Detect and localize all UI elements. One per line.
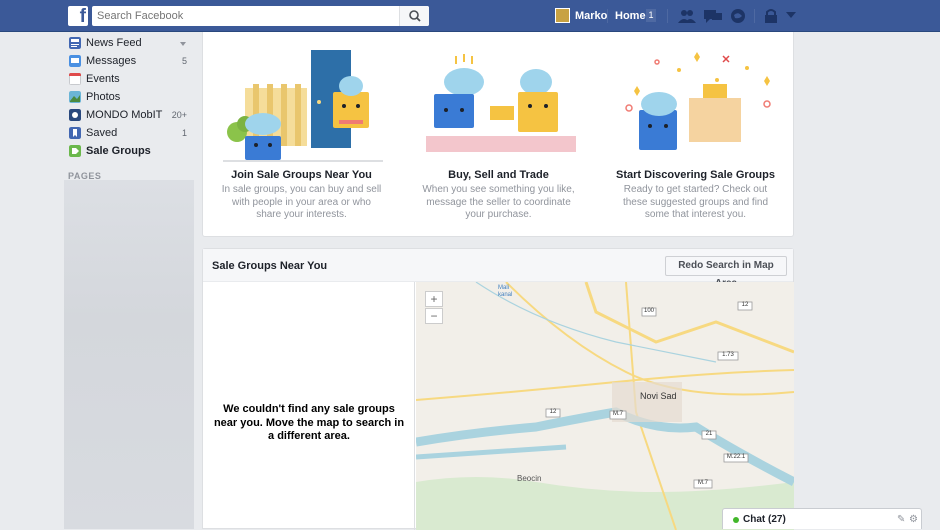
map-label-canal: Mali kanal	[498, 285, 513, 298]
divider	[667, 9, 668, 23]
buy-sell-trade-illustration	[426, 54, 576, 152]
sidebar-item-label: Saved	[86, 127, 118, 139]
account-menu-icon[interactable]	[786, 12, 796, 20]
gear-icon[interactable]: ⚙	[909, 514, 918, 525]
photos-icon	[69, 91, 81, 103]
road-badge: 100	[643, 308, 654, 314]
sidebar-item-saved[interactable]: Saved 1	[69, 124, 193, 142]
join-sale-groups-illustration	[223, 50, 383, 162]
sidebar-item-label: Sale Groups	[86, 145, 151, 157]
profile-name: Marko	[575, 10, 608, 22]
road-badge: M.7	[697, 480, 708, 486]
sidebar-item-label: Messages	[86, 55, 137, 67]
sale-groups-icon	[69, 145, 81, 157]
news-feed-icon	[69, 37, 81, 49]
map-zoom-in-button[interactable]: +	[425, 291, 443, 307]
intro-desc-join: In sale groups, you can buy and sell wit…	[221, 184, 382, 220]
events-icon	[69, 73, 81, 85]
messages-count: 5	[181, 56, 187, 66]
sidebar-item-events[interactable]: Events	[69, 70, 193, 88]
sidebar-item-mondo-mobit[interactable]: MONDO MobIT 20+	[69, 106, 193, 124]
friend-requests-icon[interactable]	[678, 8, 696, 24]
messages-icon[interactable]	[704, 8, 722, 24]
sidebar-item-label: Photos	[86, 91, 121, 103]
online-status-dot	[733, 517, 739, 523]
road-badge: M.7	[612, 411, 623, 417]
pages-list-blurred	[64, 180, 194, 529]
road-badge: 1.73	[722, 352, 734, 358]
map-label-city: Novi Sad	[640, 391, 677, 401]
facebook-logo-glyph: f	[79, 6, 86, 27]
intro-column-discover: Start Discovering Sale Groups Ready to g…	[597, 32, 794, 237]
road-badge: 12	[549, 409, 557, 415]
intro-title-buy-sell: Buy, Sell and Trade	[448, 169, 549, 181]
sidebar-item-news-feed[interactable]: News Feed	[69, 34, 193, 52]
intro-title-join: Join Sale Groups Near You	[231, 169, 372, 181]
search-box	[92, 6, 429, 26]
search-input[interactable]	[92, 6, 397, 26]
sidebar-item-messages[interactable]: Messages 5	[69, 52, 193, 70]
sidebar-item-label: MONDO MobIT	[86, 109, 163, 121]
redo-search-button[interactable]: Redo Search in Map Area	[665, 256, 787, 289]
sidebar-item-sale-groups[interactable]: Sale Groups	[69, 142, 193, 160]
new-message-icon[interactable]: ✎	[897, 514, 905, 525]
divider	[607, 9, 608, 23]
road-badge: M.22.1	[726, 454, 746, 460]
sidebar-item-label: Events	[86, 73, 120, 85]
sale-groups-intro-card: Join Sale Groups Near You In sale groups…	[202, 32, 794, 237]
search-icon	[409, 10, 421, 22]
saved-count: 1	[181, 128, 187, 138]
sidebar-item-photos[interactable]: Photos	[69, 88, 193, 106]
divider	[754, 9, 755, 23]
intro-column-buy-sell: Buy, Sell and Trade When you see somethi…	[400, 32, 597, 237]
discover-sale-groups-illustration	[625, 52, 771, 150]
search-button[interactable]	[399, 6, 429, 26]
map-label-town: Beocin	[517, 474, 542, 483]
chat-label: Chat (27)	[743, 514, 786, 525]
intro-desc-buy-sell: When you see something you like, message…	[422, 184, 575, 220]
home-count-badge: 1	[646, 9, 656, 22]
saved-icon	[69, 127, 81, 139]
map-zoom-out-button[interactable]: −	[425, 308, 443, 324]
chevron-down-icon[interactable]	[180, 42, 186, 46]
privacy-shortcuts-icon[interactable]	[764, 8, 778, 24]
sidebar-item-label: News Feed	[86, 37, 142, 49]
empty-results: We couldn't find any sale groups near yo…	[203, 282, 415, 530]
intro-column-join: Join Sale Groups Near You In sale groups…	[203, 32, 400, 237]
messages-icon	[69, 55, 81, 67]
panel-header: Sale Groups Near You Redo Search in Map …	[203, 249, 793, 289]
home-link[interactable]: Home	[615, 10, 646, 22]
chat-bar[interactable]: Chat (27) ✎ ⚙	[722, 508, 922, 529]
intro-title-discover: Start Discovering Sale Groups	[616, 169, 775, 181]
group-icon	[69, 109, 81, 121]
road-badge: 12	[741, 302, 749, 308]
avatar	[555, 8, 570, 23]
intro-desc-discover: Ready to get started? Check out these su…	[622, 184, 769, 220]
top-navigation-bar: f Marko Home 1	[0, 0, 940, 32]
notifications-icon[interactable]	[730, 8, 746, 24]
road-badge: 21	[705, 431, 713, 437]
map[interactable]: Novi Sad Beocin Mali kanal 100 12 1.73 M…	[416, 282, 794, 530]
facebook-logo[interactable]: f	[68, 6, 88, 27]
sale-groups-near-you-panel: Sale Groups Near You Redo Search in Map …	[202, 248, 794, 530]
panel-title: Sale Groups Near You	[212, 260, 328, 272]
map-canvas[interactable]	[416, 282, 794, 530]
empty-results-message: We couldn't find any sale groups near yo…	[213, 403, 405, 442]
group-count: 20+	[171, 110, 187, 120]
